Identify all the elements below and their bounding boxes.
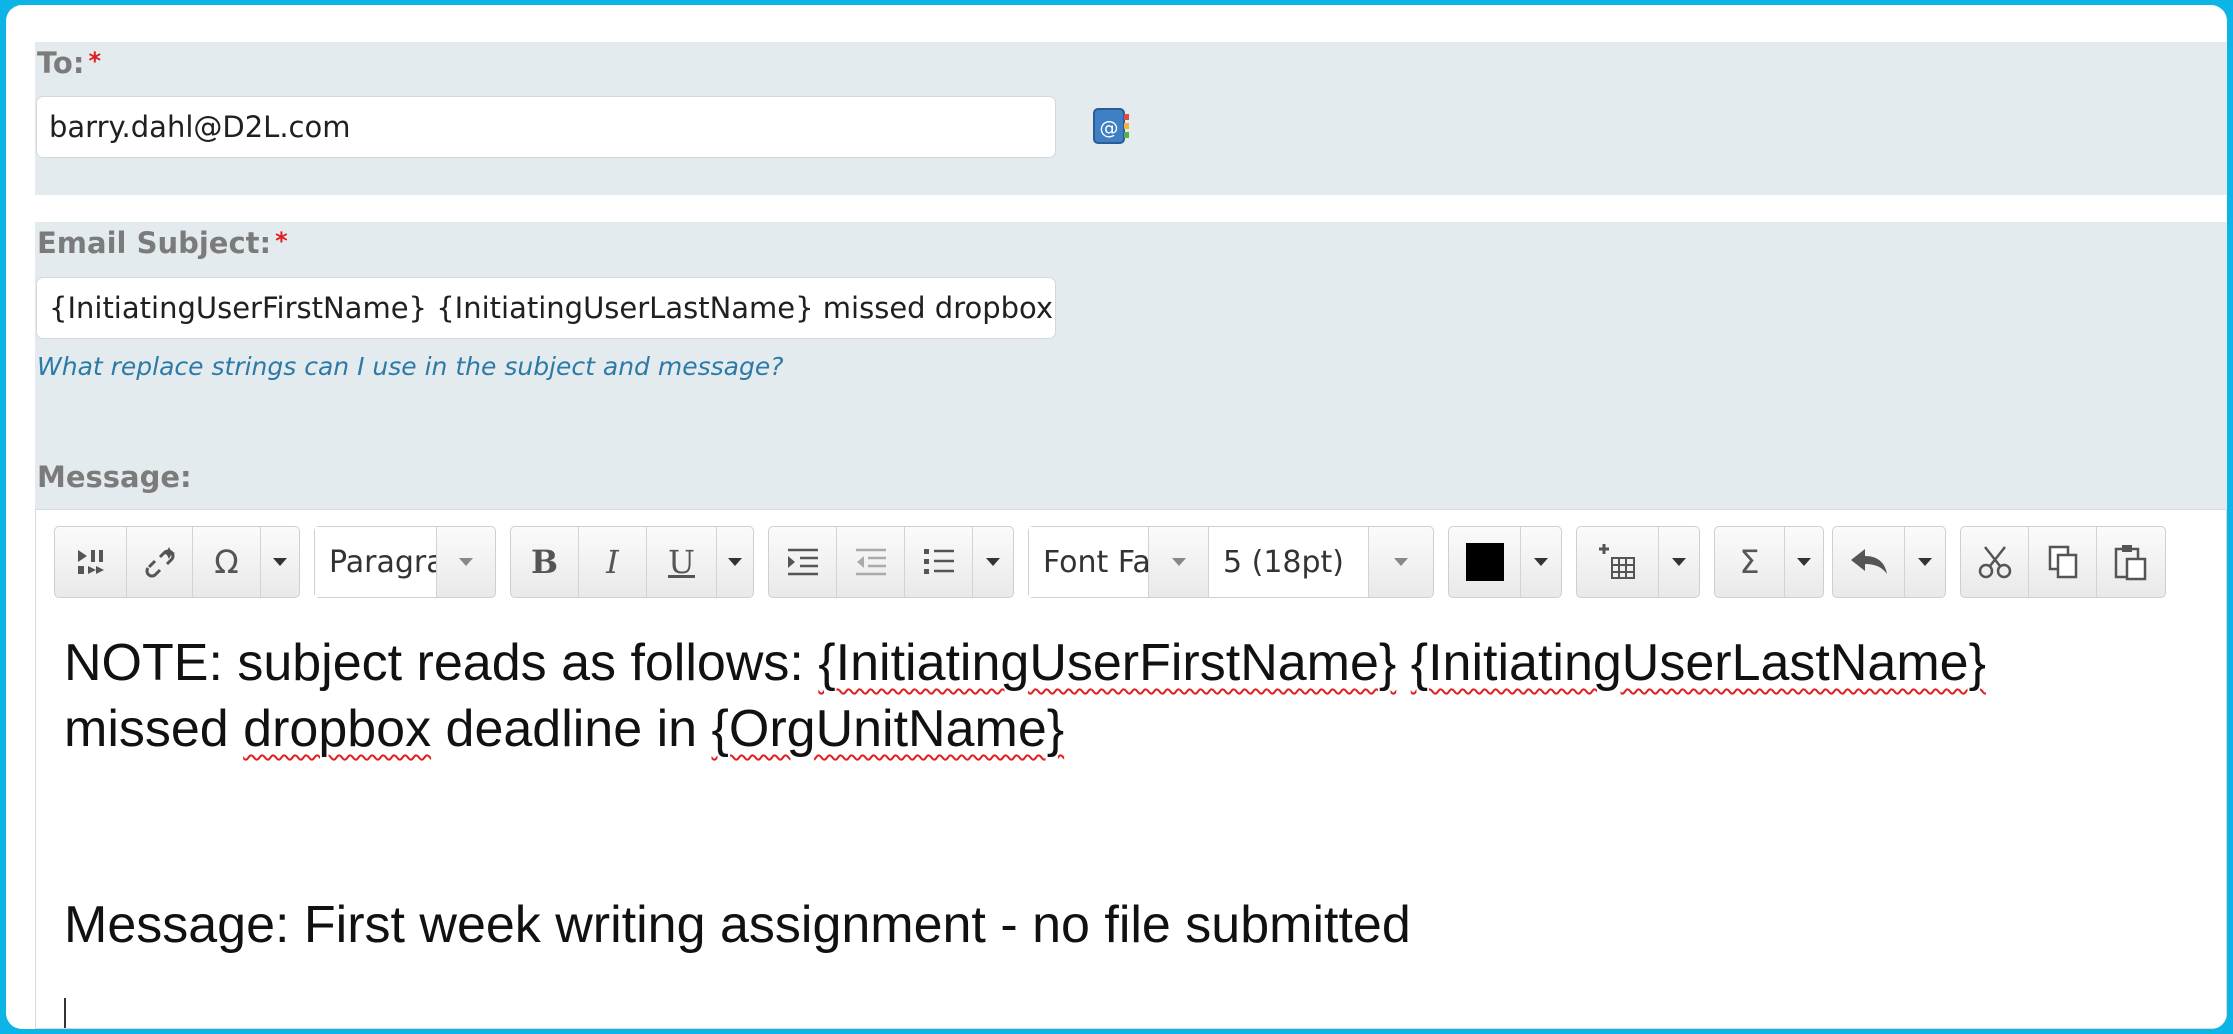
outdent-icon xyxy=(855,548,886,576)
insert-media-button[interactable] xyxy=(55,527,127,597)
bold-button[interactable]: B xyxy=(511,527,579,597)
replace-strings-help-link[interactable]: What replace strings can I use in the su… xyxy=(37,352,783,381)
insert-group: Ω xyxy=(54,526,300,598)
chevron-down-icon xyxy=(986,558,1000,566)
message-line-2: missed dropbox deadline in {OrgUnitName} xyxy=(64,700,1065,758)
indent-list-group xyxy=(768,526,1014,598)
to-label: To: * xyxy=(37,46,102,80)
text-color-group xyxy=(1448,526,1562,598)
table-group xyxy=(1576,526,1700,598)
paragraph-format-select[interactable]: Paragraph xyxy=(314,526,496,598)
italic-button[interactable]: I xyxy=(579,527,647,597)
chevron-down-icon xyxy=(1534,558,1548,566)
outdent-button[interactable] xyxy=(837,527,905,597)
chevron-down-icon xyxy=(1797,558,1811,566)
table-icon xyxy=(1598,544,1635,579)
font-size-select[interactable]: 5 (18pt) xyxy=(1209,527,1369,597)
equation-dropdown[interactable] xyxy=(1785,527,1823,597)
bullet-list-icon xyxy=(923,549,954,574)
text-color-swatch xyxy=(1465,543,1504,581)
message-body[interactable]: NOTE: subject reads as follows: {Initiat… xyxy=(64,630,2214,958)
sigma-icon: Σ xyxy=(1739,543,1760,581)
svg-text:@: @ xyxy=(1100,117,1119,139)
paragraph-dropdown[interactable] xyxy=(437,527,495,597)
equation-group: Σ xyxy=(1714,526,1824,598)
chevron-down-icon xyxy=(273,558,287,566)
message-line-1: NOTE: subject reads as follows: {Initiat… xyxy=(64,634,1986,692)
text-style-group: B I U xyxy=(510,526,754,598)
underline-button[interactable]: U xyxy=(647,527,717,597)
chevron-down-icon xyxy=(1394,558,1408,566)
indent-button[interactable] xyxy=(769,527,837,597)
list-dropdown[interactable] xyxy=(973,527,1013,597)
text-color-dropdown[interactable] xyxy=(1521,527,1561,597)
subject-label: Email Subject: * xyxy=(37,226,288,260)
rich-text-editor[interactable]: Ω Paragraph B I U xyxy=(35,509,2227,1029)
address-book-icon[interactable]: @ xyxy=(1092,107,1130,147)
omega-icon: Ω xyxy=(214,543,239,581)
undo-button[interactable] xyxy=(1833,527,1905,597)
message-label: Message: xyxy=(37,460,192,494)
paste-icon xyxy=(2114,545,2147,581)
font-family-dropdown[interactable] xyxy=(1149,527,1209,597)
clipboard-group xyxy=(1960,526,2166,598)
chevron-down-icon xyxy=(1918,558,1932,566)
message-line-3: Message: First week writing assignment -… xyxy=(64,896,1411,954)
font-selects-group: Font Family 5 (18pt) xyxy=(1028,526,1434,598)
undo-icon xyxy=(1850,549,1887,574)
font-size-dropdown[interactable] xyxy=(1369,527,1433,597)
chevron-down-icon xyxy=(728,558,742,566)
chevron-down-icon xyxy=(459,558,473,566)
dialog-frame: To: * barry.dahl@D2L.com @ Email Subject:… xyxy=(6,5,2227,1029)
cut-button[interactable] xyxy=(1961,527,2029,597)
undo-group xyxy=(1832,526,1946,598)
copy-icon xyxy=(2048,545,2077,579)
insert-media-icon xyxy=(77,550,104,574)
font-family-select[interactable]: Font Family xyxy=(1029,527,1149,597)
paragraph-select-value: Paragraph xyxy=(315,527,437,597)
insert-link-button[interactable] xyxy=(127,527,193,597)
chevron-down-icon xyxy=(1171,558,1186,566)
text-cursor xyxy=(64,998,66,1028)
chevron-down-icon xyxy=(1672,558,1686,566)
paste-button[interactable] xyxy=(2097,527,2165,597)
subject-input[interactable]: {InitiatingUserFirstName} {InitiatingUse… xyxy=(36,277,1056,339)
link-icon xyxy=(145,547,175,578)
required-marker: * xyxy=(275,227,288,255)
text-style-dropdown[interactable] xyxy=(717,527,753,597)
copy-button[interactable] xyxy=(2029,527,2097,597)
special-character-button[interactable]: Ω xyxy=(193,527,261,597)
bullet-list-button[interactable] xyxy=(905,527,973,597)
indent-icon xyxy=(787,548,818,576)
undo-dropdown[interactable] xyxy=(1905,527,1945,597)
equation-button[interactable]: Σ xyxy=(1715,527,1785,597)
table-dropdown[interactable] xyxy=(1659,527,1699,597)
insert-table-button[interactable] xyxy=(1577,527,1659,597)
to-input[interactable]: barry.dahl@D2L.com xyxy=(36,96,1056,158)
text-color-button[interactable] xyxy=(1449,527,1521,597)
to-section: To: * barry.dahl@D2L.com xyxy=(35,42,2227,195)
scissors-icon xyxy=(1978,546,2011,579)
special-character-dropdown[interactable] xyxy=(261,527,299,597)
required-marker: * xyxy=(88,47,102,75)
